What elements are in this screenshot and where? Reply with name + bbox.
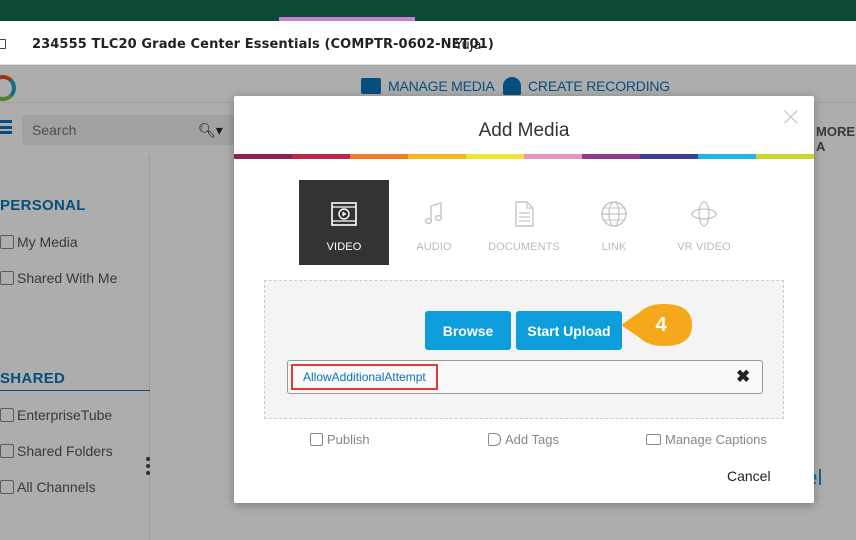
lms-top-bar [0, 0, 856, 21]
tab-documents[interactable]: DOCUMENTS [479, 180, 569, 265]
step-callout-badge: 4 [620, 302, 694, 348]
dialog-title: Add Media [478, 120, 570, 141]
close-icon[interactable]: × [780, 104, 802, 130]
cancel-button[interactable]: Cancel [727, 468, 771, 484]
tab-vr-video[interactable]: VR VIDEO [659, 180, 749, 265]
course-title-row: 234555 TLC20 Grade Center Essentials (CO… [0, 21, 856, 65]
vr-icon [691, 201, 717, 227]
media-actions-row: Publish Add Tags Manage Captions [234, 429, 814, 451]
start-upload-button[interactable]: Start Upload [516, 311, 622, 350]
tab-video[interactable]: VIDEO [299, 180, 389, 265]
manage-captions-action[interactable]: Manage Captions [646, 432, 767, 447]
video-icon [331, 202, 357, 226]
color-stripe-segment [234, 154, 292, 159]
color-stripe-segment [756, 154, 814, 159]
manage-captions-label: Manage Captions [665, 432, 767, 447]
color-stripe-segment [698, 154, 756, 159]
color-stripe-segment [408, 154, 466, 159]
tab-audio[interactable]: AUDIO [389, 180, 479, 265]
music-note-icon [424, 202, 443, 225]
color-stripe-segment [466, 154, 524, 159]
publish-icon [310, 433, 323, 446]
browse-button[interactable]: Browse [425, 311, 511, 350]
step-number: 4 [655, 314, 667, 336]
media-type-tabs: VIDEO AUDIO DOCUMENTS LINK VR VIDEO [299, 180, 749, 265]
upload-drop-zone[interactable]: Browse Start Upload AllowAdditionalAttem… [264, 280, 784, 419]
course-tab-yuja[interactable]: YuJa [455, 38, 482, 53]
add-tags-label: Add Tags [505, 432, 559, 447]
selected-file-row: AllowAdditionalAttempt ✖ [287, 360, 763, 394]
color-stripe-segment [640, 154, 698, 159]
add-media-dialog: Add Media × VIDEO AUDIO DOCUMENTS LINK V… [234, 96, 814, 503]
color-stripe-segment [582, 154, 640, 159]
color-stripe [234, 154, 814, 159]
selected-file-name: AllowAdditionalAttempt [291, 364, 438, 390]
tag-icon [488, 433, 501, 446]
tab-label: LINK [601, 241, 627, 253]
publish-action[interactable]: Publish [310, 432, 370, 447]
remove-file-icon[interactable]: ✖ [736, 367, 750, 387]
closed-captions-icon [646, 434, 661, 445]
tab-label: DOCUMENTS [488, 241, 560, 253]
course-title: 234555 TLC20 Grade Center Essentials (CO… [32, 37, 494, 52]
document-icon [515, 201, 534, 227]
tab-label: VR VIDEO [677, 241, 731, 253]
tab-label: AUDIO [416, 241, 452, 253]
globe-icon [601, 201, 627, 227]
color-stripe-segment [292, 154, 350, 159]
tab-label: VIDEO [326, 241, 362, 253]
color-stripe-segment [350, 154, 408, 159]
publish-label: Publish [327, 432, 370, 447]
tab-link[interactable]: LINK [569, 180, 659, 265]
color-stripe-segment [524, 154, 582, 159]
page-icon [0, 39, 6, 49]
add-tags-action[interactable]: Add Tags [488, 432, 559, 447]
